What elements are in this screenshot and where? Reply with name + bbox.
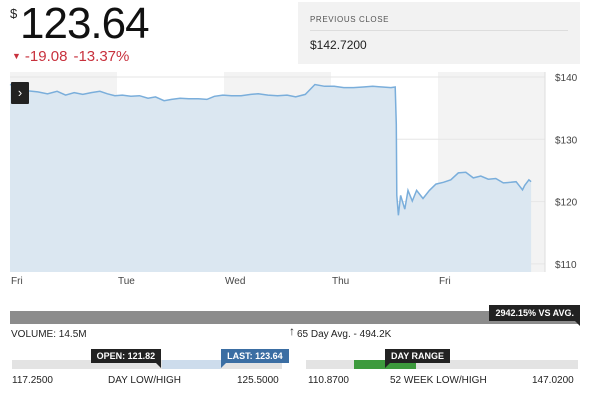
day-range-label: DAY LOW/HIGH	[108, 375, 181, 386]
52-week-low-value: 110.8700	[308, 375, 349, 386]
volume-bar: 2942.15% VS AVG.	[10, 305, 580, 326]
52-week-range-label: 52 WEEK LOW/HIGH	[390, 375, 487, 386]
52-week-high-value: 147.0200	[532, 375, 574, 386]
x-tick-label: Wed	[225, 276, 245, 287]
previous-close-label: PREVIOUS CLOSE	[310, 15, 390, 24]
y-tick-label: $120	[555, 198, 578, 209]
change-percent: -13.37%	[73, 48, 130, 65]
x-tick-label: Fri	[11, 276, 23, 287]
price-chart[interactable]: $140 $130 $120 $110 Fri Tue Wed Thu Fri	[0, 72, 600, 290]
change-value: -19.08	[24, 48, 68, 65]
x-tick-label: Thu	[332, 276, 349, 287]
avg-volume-label: 65 Day Avg. - 494.2K	[297, 329, 392, 340]
previous-close-value: $142.7200	[310, 38, 367, 52]
day-range-tag: DAY RANGE	[385, 349, 451, 368]
previous-close-divider	[310, 30, 568, 31]
previous-close-panel: PREVIOUS CLOSE $142.7200	[298, 2, 580, 64]
open-price-tag: OPEN: 121.82	[90, 349, 162, 368]
x-tick-label: Fri	[439, 276, 451, 287]
last-price-tag: LAST: 123.64	[221, 349, 289, 368]
x-tick-label: Tue	[118, 276, 135, 287]
day-low-value: 117.2500	[12, 375, 53, 386]
volume-label: VOLUME: 14.5M	[11, 329, 87, 340]
down-triangle-icon: ▼	[12, 51, 21, 61]
y-tick-label: $110	[555, 260, 577, 271]
day-high-value: 125.5000	[237, 375, 279, 386]
currency-symbol: $	[10, 6, 18, 21]
volume-vs-avg-badge: 2942.15% VS AVG.	[489, 305, 580, 326]
day-range-fill	[161, 360, 222, 369]
chart-expand-button[interactable]: ›	[11, 82, 29, 104]
y-tick-label: $130	[555, 135, 578, 146]
price-chart-svg: $140 $130 $120 $110 Fri Tue Wed Thu Fri	[9, 72, 578, 287]
last-price: 123.64	[20, 0, 150, 48]
avg-arrow-icon: ↑	[289, 324, 295, 338]
price-change: ▼ -19.08 -13.37%	[12, 48, 129, 65]
y-tick-label: $140	[555, 73, 578, 84]
